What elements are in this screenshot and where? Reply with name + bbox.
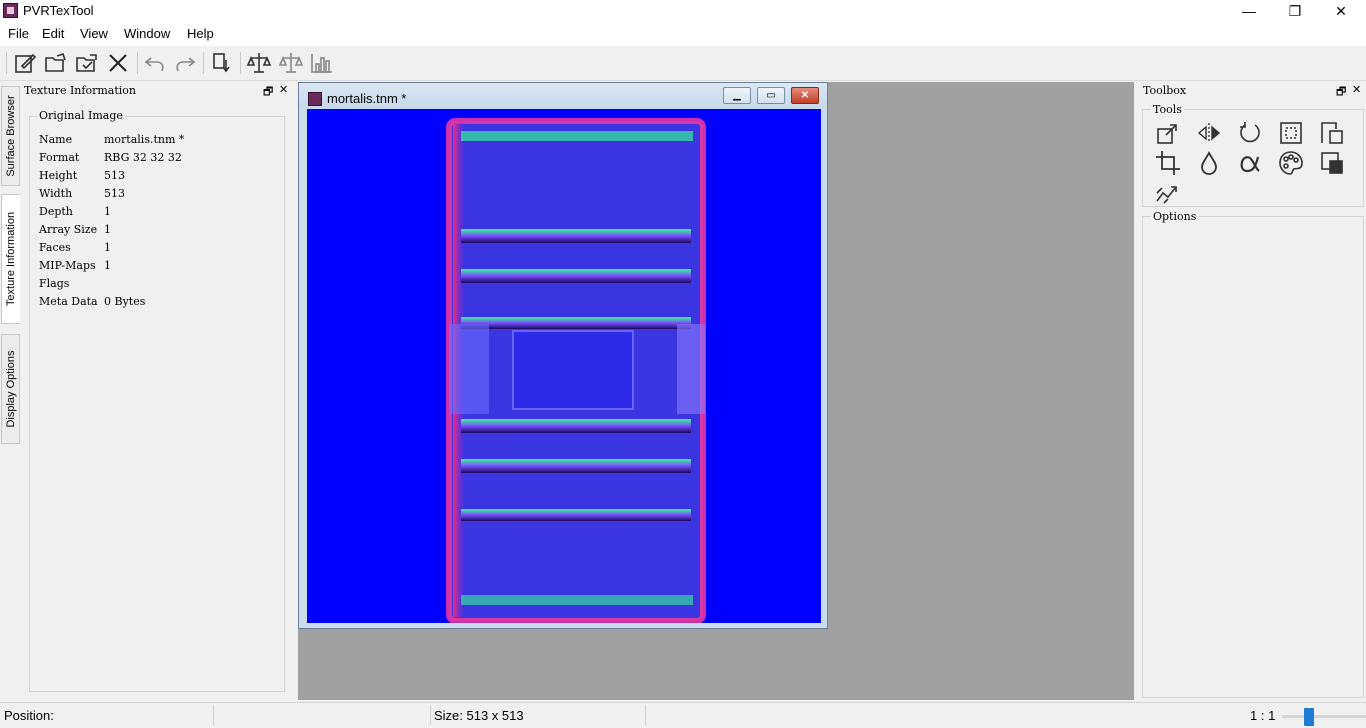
toolbox-title: Toolbox — [1143, 84, 1187, 97]
position-readout: Position: — [4, 708, 54, 723]
info-value: 1 — [104, 205, 111, 218]
info-row: Meta Data 0 Bytes — [39, 295, 145, 308]
document-icon — [308, 92, 322, 106]
color-icon[interactable] — [1195, 149, 1223, 177]
histogram-icon[interactable] — [309, 50, 335, 76]
alpha-icon[interactable] — [1236, 149, 1264, 177]
info-value: 1 — [104, 259, 111, 272]
app-icon — [3, 3, 18, 18]
info-key: Height — [39, 169, 78, 182]
float-panel-icon[interactable]: 🗗 — [263, 83, 273, 102]
premultiply-icon[interactable] — [1318, 149, 1346, 177]
float-panel-icon[interactable]: 🗗 — [1336, 83, 1346, 102]
title-bar: PVRTexTool — ❐ ✕ — [0, 0, 1366, 22]
info-value: 513 — [104, 187, 125, 200]
info-key: MIP-Maps — [39, 259, 96, 272]
compare-icon[interactable] — [246, 50, 272, 76]
panel-title: Texture Information — [24, 84, 136, 97]
tab-surface-browser[interactable]: Surface Browser — [1, 86, 20, 186]
save-icon[interactable] — [74, 50, 100, 76]
texture-information-panel: Texture Information 🗗 ✕ Original Image N… — [20, 82, 294, 700]
info-key: Flags — [39, 277, 70, 290]
menu-window[interactable]: Window — [124, 26, 170, 41]
close-panel-icon[interactable]: ✕ — [1352, 83, 1361, 96]
info-value: RBG 32 32 32 — [104, 151, 182, 164]
toolbox-panel: Toolbox 🗗 ✕ Tools Options — [1138, 82, 1366, 700]
flip-icon[interactable] — [1195, 119, 1223, 147]
menu-edit[interactable]: Edit — [42, 26, 64, 41]
menu-view[interactable]: View — [80, 26, 108, 41]
border-icon[interactable] — [1277, 119, 1305, 147]
info-key: Width — [39, 187, 73, 200]
undo-icon[interactable] — [142, 50, 168, 76]
status-bar: Position: Size: 513 x 513 1 : 1 — [0, 702, 1366, 728]
document-minimize-button[interactable]: ▁ — [723, 87, 751, 104]
texture-canvas[interactable] — [307, 109, 821, 623]
document-title: mortalis.tnm * — [327, 91, 407, 106]
info-row: Faces 1 — [39, 241, 111, 254]
info-value: 1 — [104, 241, 111, 254]
document-close-button[interactable]: ✕ — [791, 87, 819, 104]
zoom-slider-track[interactable] — [1282, 715, 1366, 718]
original-image-group — [29, 116, 285, 692]
normal-map-icon[interactable] — [1154, 179, 1182, 207]
document-restore-button[interactable]: ▭ — [757, 87, 785, 104]
info-row: Format RBG 32 32 32 — [39, 151, 182, 164]
resize-icon[interactable] — [1154, 119, 1182, 147]
palette-icon[interactable] — [1277, 149, 1305, 177]
info-row: Height 513 — [39, 169, 125, 182]
zoom-readout: 1 : 1 — [1250, 708, 1276, 723]
info-key: Name — [39, 133, 73, 146]
menu-help[interactable]: Help — [187, 26, 214, 41]
info-key: Format — [39, 151, 80, 164]
info-key: Array Size — [39, 223, 98, 236]
restore-button[interactable]: ❐ — [1272, 0, 1318, 22]
side-tab-bar: Surface Browser Texture Information Disp… — [0, 82, 20, 702]
encode-icon[interactable] — [209, 50, 235, 76]
close-window-button[interactable]: ✕ — [1318, 0, 1364, 22]
group-title: Original Image — [37, 109, 125, 122]
info-value: 1 — [104, 223, 111, 236]
pad-icon[interactable] — [1318, 119, 1346, 147]
info-key: Faces — [39, 241, 71, 254]
document-window[interactable]: mortalis.tnm * ▁ ▭ ✕ — [298, 82, 828, 629]
options-label: Options — [1151, 210, 1199, 223]
info-row: Depth 1 — [39, 205, 111, 218]
options-group — [1142, 216, 1364, 698]
info-row: Name mortalis.tnm * — [39, 133, 184, 146]
normal-map-image — [307, 109, 821, 623]
document-title-bar[interactable]: mortalis.tnm * ▁ ▭ ✕ — [299, 83, 827, 108]
info-value: 0 Bytes — [104, 295, 146, 308]
window-title: PVRTexTool — [23, 3, 94, 18]
tab-display-options[interactable]: Display Options — [1, 334, 20, 444]
zoom-slider-handle[interactable] — [1304, 708, 1315, 726]
open-icon[interactable] — [43, 50, 69, 76]
toolbar — [0, 46, 1366, 81]
rotate-icon[interactable] — [1236, 119, 1264, 147]
redo-icon[interactable] — [172, 50, 198, 76]
info-row: MIP-Maps 1 — [39, 259, 111, 272]
diff-icon[interactable] — [278, 50, 304, 76]
menu-file[interactable]: File — [8, 26, 29, 41]
close-panel-icon[interactable]: ✕ — [279, 83, 288, 96]
size-readout: Size: 513 x 513 — [434, 708, 524, 723]
info-row: Flags — [39, 277, 104, 290]
tab-texture-information[interactable]: Texture Information — [1, 194, 20, 324]
info-row: Width 513 — [39, 187, 125, 200]
info-value: mortalis.tnm * — [104, 133, 185, 146]
crop-icon[interactable] — [1154, 149, 1182, 177]
new-icon[interactable] — [12, 50, 38, 76]
tools-label: Tools — [1151, 103, 1184, 116]
minimize-button[interactable]: — — [1226, 0, 1272, 22]
menu-bar: File Edit View Window Help — [0, 22, 1366, 46]
info-key: Depth — [39, 205, 73, 218]
info-row: Array Size 1 — [39, 223, 111, 236]
info-key: Meta Data — [39, 295, 98, 308]
close-icon[interactable] — [105, 50, 131, 76]
info-value: 513 — [104, 169, 125, 182]
